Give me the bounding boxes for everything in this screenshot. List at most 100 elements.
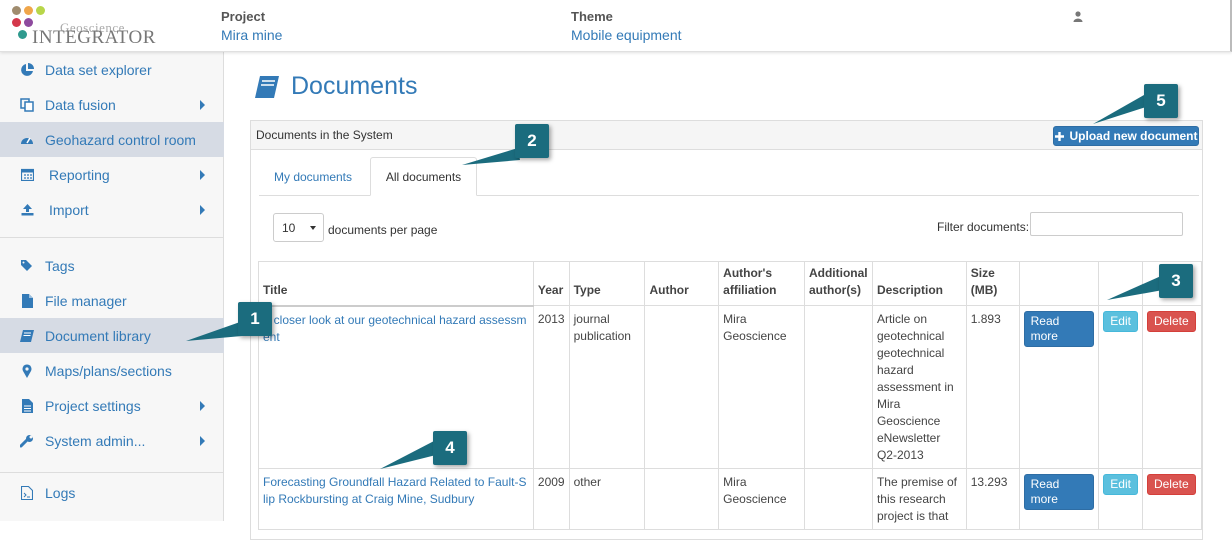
upload-document-label: Upload new document bbox=[1069, 129, 1198, 143]
file-icon bbox=[19, 293, 35, 309]
sidebar-item-geohazard-control-room[interactable]: Geohazard control room bbox=[0, 122, 224, 157]
logo-text-integrator: INTEGRATOR bbox=[32, 27, 156, 48]
callout-badge-5: 5 bbox=[1144, 84, 1178, 118]
tab-all-documents[interactable]: All documents bbox=[370, 157, 477, 196]
chevron-right-icon bbox=[200, 400, 205, 411]
chevron-right-icon bbox=[200, 204, 205, 215]
column-header-affiliation[interactable]: Author's affiliation bbox=[718, 261, 805, 306]
callout-badge-4: 4 bbox=[433, 431, 467, 465]
per-page-label: documents per page bbox=[328, 223, 438, 237]
per-page-select[interactable]: 10 bbox=[273, 213, 324, 242]
sidebar-item-import[interactable]: Import bbox=[0, 192, 224, 227]
document-year: 2009 bbox=[532, 468, 570, 530]
column-header-size[interactable]: Size (MB) bbox=[965, 261, 1020, 306]
sidebar-divider bbox=[0, 237, 224, 238]
table-row: A closer look at our geotechnical hazard… bbox=[258, 305, 1203, 469]
sidebar-item-label: Document library bbox=[45, 327, 151, 344]
page-title: Documents bbox=[291, 72, 418, 100]
sidebar-item-label: Import bbox=[49, 201, 89, 218]
book-icon bbox=[255, 76, 279, 101]
sidebar-item-label: Geohazard control room bbox=[45, 131, 196, 148]
calendar-icon bbox=[19, 167, 35, 183]
sidebar-item-file-manager[interactable]: File manager bbox=[0, 283, 224, 318]
document-title-link[interactable]: Forecasting Groundfall Hazard Related to… bbox=[263, 475, 526, 506]
tags-icon bbox=[19, 258, 35, 274]
project-link[interactable]: Mira mine bbox=[221, 27, 282, 43]
map-marker-icon bbox=[19, 363, 35, 379]
panel-title: Documents in the System bbox=[256, 128, 393, 142]
filter-input[interactable] bbox=[1030, 212, 1183, 236]
upload-document-button[interactable]: Upload new document bbox=[1053, 126, 1199, 146]
sidebar-item-maps-plans-sections[interactable]: Maps/plans/sections bbox=[0, 353, 224, 388]
edit-button[interactable]: Edit bbox=[1103, 311, 1138, 332]
column-header-additional-authors[interactable]: Additional author(s) bbox=[803, 261, 873, 306]
sidebar-item-label: Maps/plans/sections bbox=[45, 362, 172, 379]
document-author bbox=[644, 305, 720, 469]
column-header-title[interactable]: Title bbox=[258, 261, 534, 307]
app-logo[interactable]: Geoscience INTEGRATOR bbox=[10, 6, 155, 48]
sidebar-item-project-settings[interactable]: Project settings bbox=[0, 388, 224, 423]
sidebar-item-label: Reporting bbox=[49, 166, 110, 183]
chevron-right-icon bbox=[200, 435, 205, 446]
column-header-description[interactable]: Description bbox=[871, 261, 967, 306]
chevron-right-icon bbox=[200, 169, 205, 180]
sidebar-item-label: System admin... bbox=[45, 432, 146, 449]
callout-badge-3: 3 bbox=[1159, 264, 1193, 298]
sidebar-item-reporting[interactable]: Reporting bbox=[0, 157, 224, 192]
document-title-link[interactable]: A closer look at our geotechnical hazard… bbox=[263, 313, 526, 344]
column-header-year[interactable]: Year bbox=[532, 261, 570, 306]
document-additional-authors bbox=[803, 305, 873, 469]
theme-link[interactable]: Mobile equipment bbox=[571, 27, 682, 43]
sidebar: Data set explorer Data fusion Geohazard … bbox=[0, 52, 224, 521]
project-label: Project bbox=[221, 9, 266, 24]
wrench-icon bbox=[19, 433, 35, 449]
delete-button[interactable]: Delete bbox=[1146, 474, 1196, 495]
sidebar-item-label: Tags bbox=[45, 257, 75, 274]
document-size: 1.893 bbox=[965, 305, 1020, 469]
sidebar-item-label: Logs bbox=[45, 484, 76, 501]
chevron-right-icon bbox=[200, 99, 205, 110]
column-header-edit bbox=[1098, 261, 1143, 306]
document-description: Article on geotechnical geotechnical haz… bbox=[871, 305, 967, 469]
sidebar-item-system-admin[interactable]: System admin... bbox=[0, 423, 224, 458]
tab-my-documents[interactable]: My documents bbox=[261, 157, 365, 196]
log-file-icon bbox=[19, 485, 35, 501]
table-row: Forecasting Groundfall Hazard Related to… bbox=[258, 468, 1203, 530]
documents-table: Title Year Type Author Author's affiliat… bbox=[258, 261, 1203, 530]
read-more-button[interactable]: Read more bbox=[1023, 474, 1095, 510]
column-header-type[interactable]: Type bbox=[568, 261, 646, 306]
sidebar-item-label: File manager bbox=[45, 292, 127, 309]
table-header-row: Title Year Type Author Author's affiliat… bbox=[258, 261, 1203, 307]
user-icon[interactable] bbox=[1073, 10, 1083, 25]
document-affiliation: Mira Geoscience bbox=[718, 468, 805, 530]
callout-badge-2: 2 bbox=[515, 124, 549, 158]
sidebar-item-logs[interactable]: Logs bbox=[0, 475, 224, 510]
sidebar-item-data-set-explorer[interactable]: Data set explorer bbox=[0, 52, 224, 87]
sidebar-item-data-fusion[interactable]: Data fusion bbox=[0, 87, 224, 122]
per-page-value: 10 bbox=[282, 220, 296, 235]
top-header: Geoscience INTEGRATOR Project Mira mine … bbox=[0, 0, 1232, 52]
file-text-icon bbox=[19, 398, 35, 414]
document-description: The premise of this research project is … bbox=[871, 468, 967, 530]
filter-label: Filter documents: bbox=[937, 220, 1030, 234]
sidebar-item-document-library[interactable]: Document library bbox=[0, 318, 224, 353]
documents-panel: Documents in the System Upload new docum… bbox=[250, 120, 1203, 540]
read-more-button[interactable]: Read more bbox=[1023, 311, 1095, 347]
copy-icon bbox=[19, 97, 35, 113]
upload-icon bbox=[19, 202, 35, 218]
edit-button[interactable]: Edit bbox=[1103, 474, 1138, 495]
pie-chart-icon bbox=[19, 62, 35, 78]
delete-button[interactable]: Delete bbox=[1146, 311, 1196, 332]
document-size: 13.293 bbox=[965, 468, 1020, 530]
caret-down-icon bbox=[310, 226, 316, 230]
column-header-author[interactable]: Author bbox=[644, 261, 720, 306]
document-type: other bbox=[568, 468, 646, 530]
theme-label: Theme bbox=[571, 9, 613, 24]
document-additional-authors bbox=[803, 468, 873, 530]
callout-badge-1: 1 bbox=[238, 302, 272, 336]
sidebar-item-label: Data fusion bbox=[45, 96, 116, 113]
document-affiliation: Mira Geoscience bbox=[718, 305, 805, 469]
sidebar-item-tags[interactable]: Tags bbox=[0, 248, 224, 283]
document-author bbox=[644, 468, 720, 530]
sidebar-divider bbox=[0, 472, 224, 473]
